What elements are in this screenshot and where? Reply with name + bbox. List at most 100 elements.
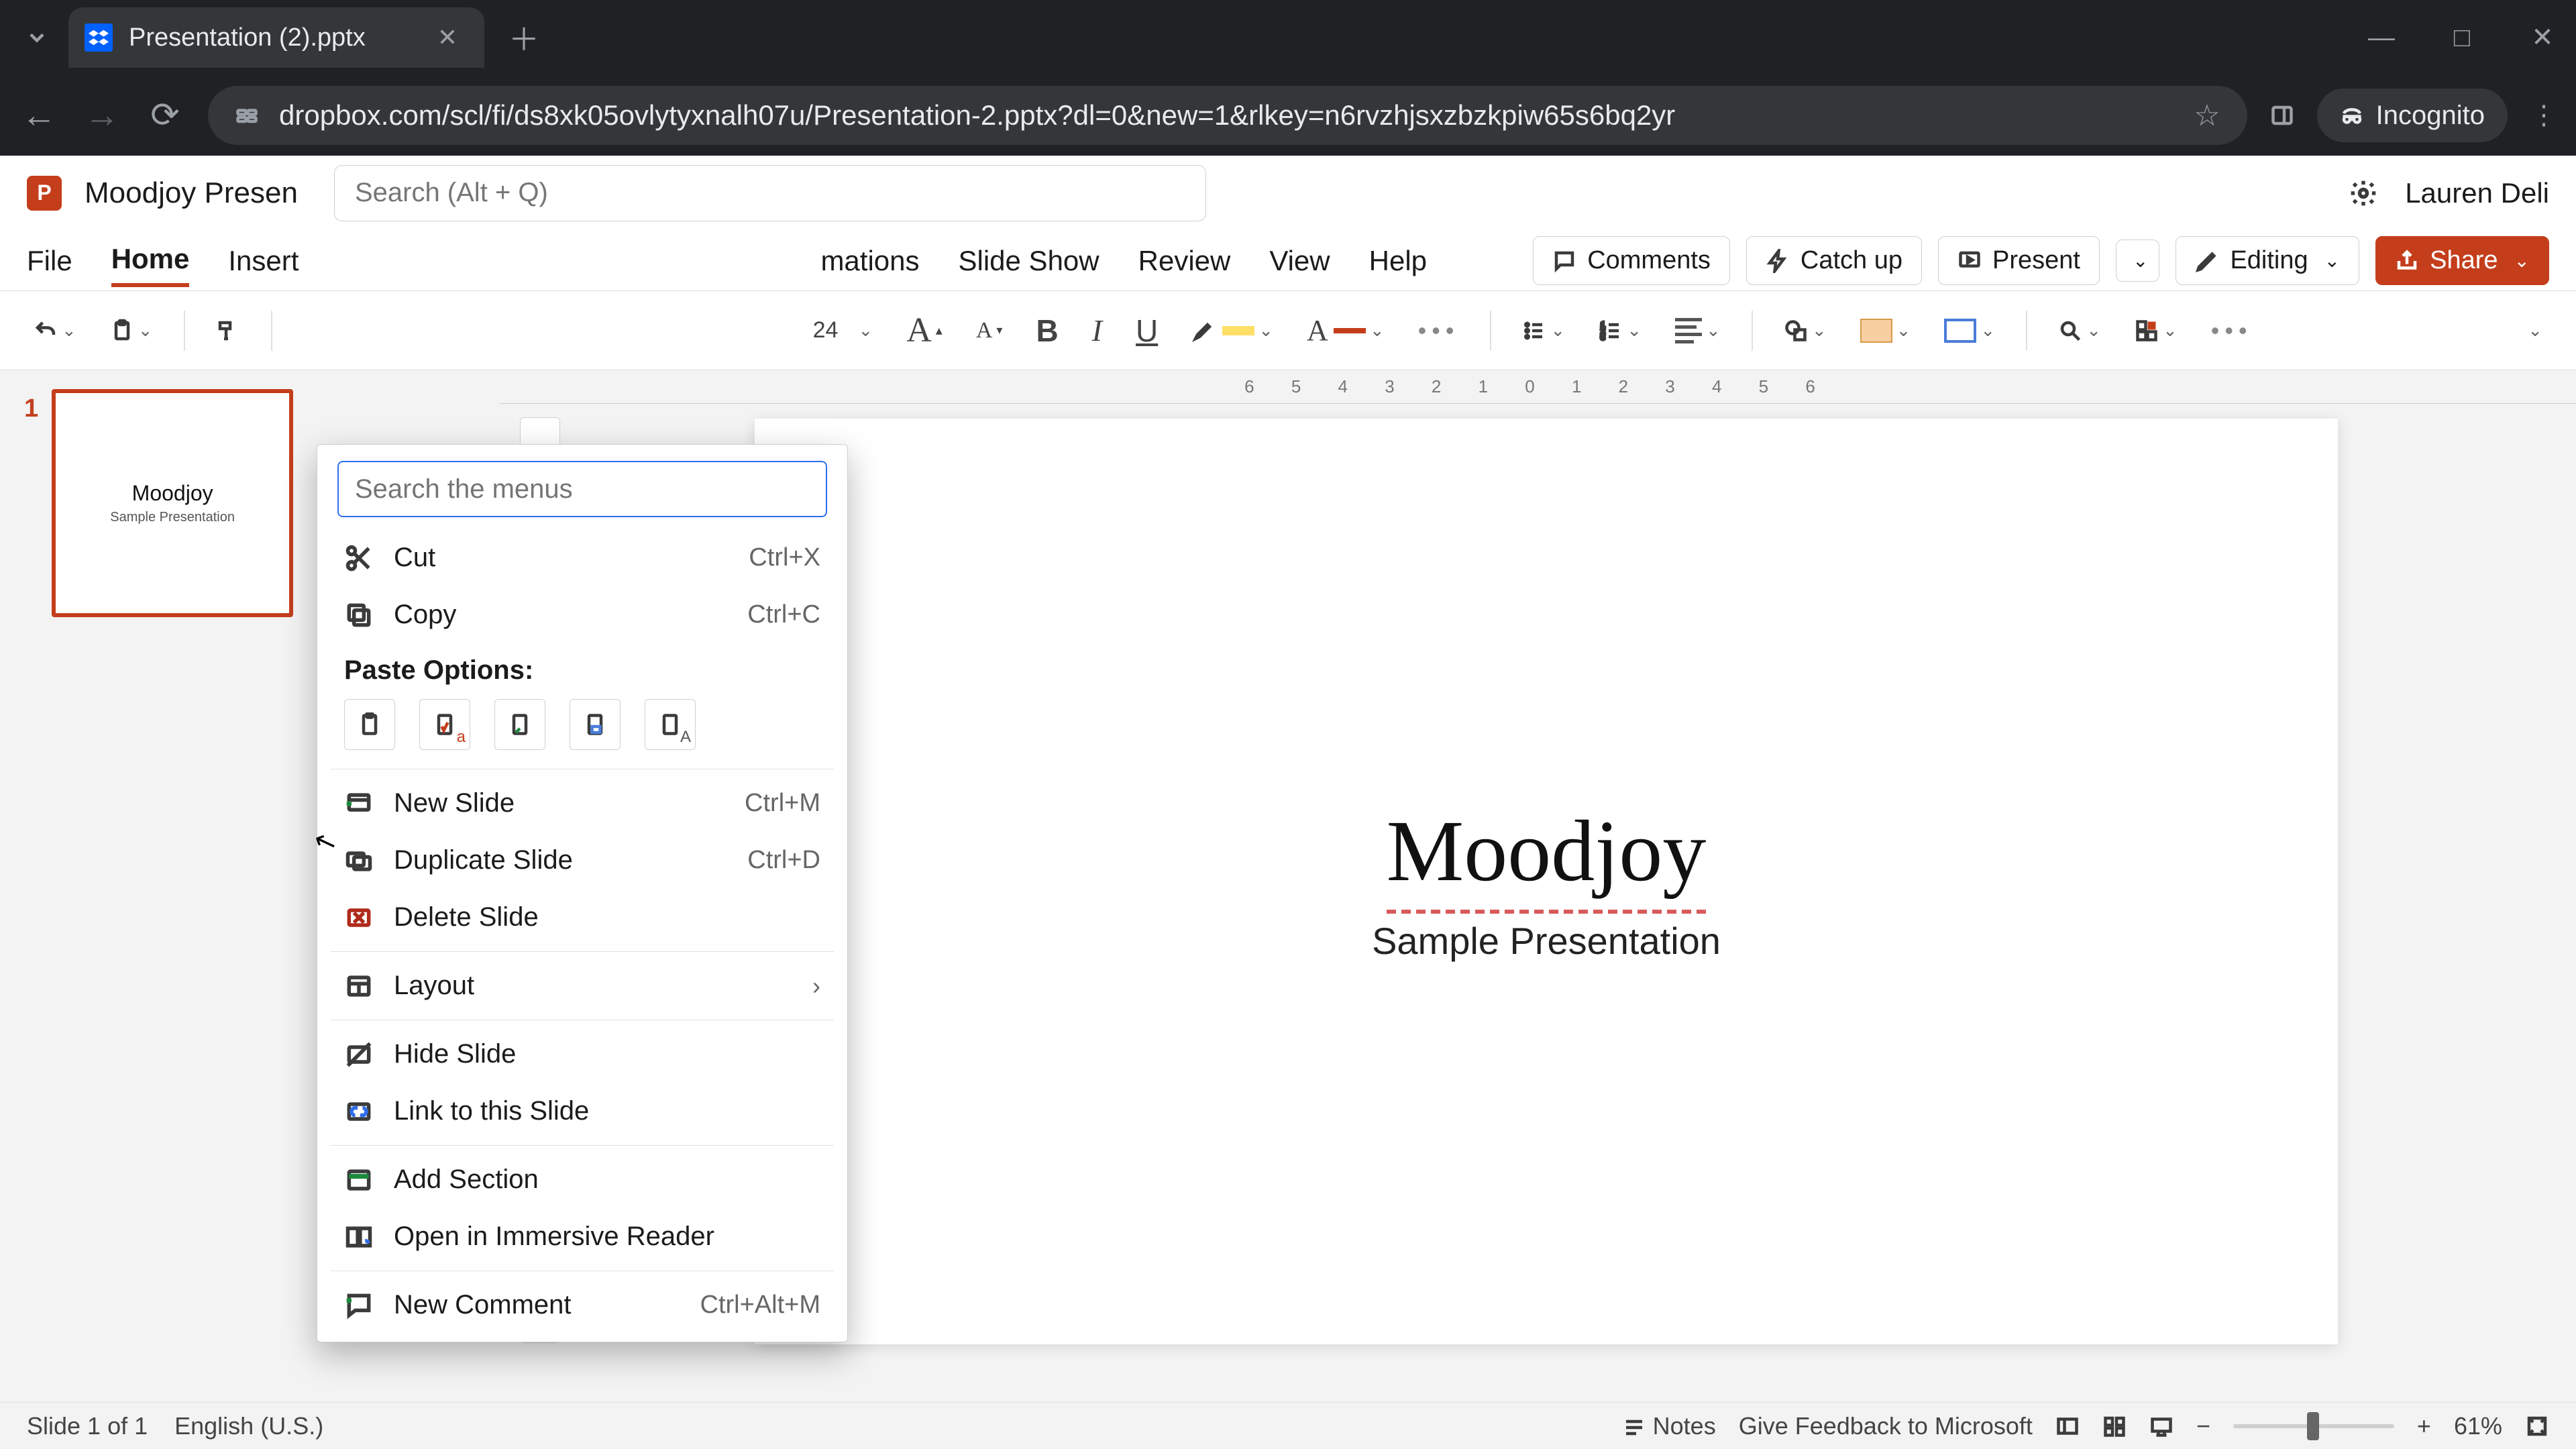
window-minimize-button[interactable]: ― [2361, 17, 2402, 58]
fit-to-window-button[interactable] [2525, 1414, 2549, 1438]
font-color-button[interactable]: A⌄ [1300, 308, 1391, 353]
tab-view[interactable]: View [1269, 237, 1330, 285]
designer-button[interactable]: ⌄ [2128, 313, 2184, 348]
paste-button[interactable]: ⌄ [103, 313, 160, 348]
browser-tab-active[interactable]: Presentation (2).pptx ✕ [68, 7, 484, 68]
notes-toggle[interactable]: Notes [1622, 1412, 1716, 1440]
share-label: Share [2430, 246, 2498, 275]
feedback-link[interactable]: Give Feedback to Microsoft [1739, 1412, 2033, 1440]
underline-button[interactable]: U [1129, 307, 1165, 354]
shape-fill-button[interactable]: ⌄ [1854, 313, 1918, 348]
present-button[interactable]: Present [1938, 236, 2100, 285]
nav-reload-button[interactable]: ⟳ [145, 95, 185, 136]
slide-canvas[interactable]: Moodjoy Sample Presentation [755, 419, 2338, 1344]
zoom-out-button[interactable]: − [2196, 1412, 2210, 1440]
catch-up-button[interactable]: Catch up [1746, 236, 1922, 285]
tab-review[interactable]: Review [1138, 237, 1231, 285]
italic-button[interactable]: I [1085, 307, 1109, 354]
ribbon-toolbar: ⌄ ⌄ 24⌄ A▴ A▾ B I U ⌄ A⌄ ••• ⌄ 123⌄ ⌄ ⌄ … [0, 291, 2576, 370]
thumbnail-preview[interactable]: Moodjoy Sample Presentation [52, 389, 293, 617]
paste-as-picture[interactable] [570, 699, 621, 750]
language-indicator[interactable]: English (U.S.) [174, 1412, 323, 1440]
settings-gear-icon[interactable] [2349, 178, 2378, 208]
highlight-color-button[interactable]: ⌄ [1185, 313, 1280, 348]
zoom-slider[interactable] [2233, 1424, 2394, 1428]
shape-outline-button[interactable]: ⌄ [1937, 313, 2002, 348]
svg-text:3: 3 [1601, 332, 1605, 341]
address-bar-row: ← → ⟳ dropbox.com/scl/fi/ds8xk05ovlytyxn… [0, 75, 2576, 156]
tab-insert[interactable]: Insert [228, 237, 299, 285]
document-title[interactable]: Moodjoy Presen [85, 176, 298, 210]
tab-slide-show[interactable]: Slide Show [959, 237, 1099, 285]
shapes-button[interactable]: ⌄ [1777, 313, 1833, 348]
numbering-button[interactable]: 123⌄ [1592, 313, 1648, 348]
format-painter-button[interactable] [209, 313, 247, 348]
paste-use-destination-theme[interactable] [344, 699, 395, 750]
menu-delete-slide[interactable]: Delete Slide [317, 889, 847, 946]
zoom-percentage[interactable]: 61% [2454, 1412, 2502, 1440]
decrease-font-button[interactable]: A▾ [969, 313, 1010, 349]
reading-view-button[interactable] [2149, 1414, 2174, 1438]
undo-button[interactable]: ⌄ [27, 313, 83, 348]
zoom-in-button[interactable]: + [2417, 1412, 2431, 1440]
font-size-box[interactable]: 24⌄ [806, 312, 880, 349]
increase-font-button[interactable]: A▴ [900, 305, 949, 356]
more-font-options[interactable]: ••• [1411, 311, 1466, 350]
slide-subtitle[interactable]: Sample Presentation [1372, 919, 1721, 963]
menu-immersive-reader[interactable]: Open in Immersive Reader [317, 1208, 847, 1265]
bullets-button[interactable]: ⌄ [1515, 313, 1572, 348]
browser-menu-button[interactable]: ⋮ [2530, 100, 2557, 131]
find-button[interactable]: ⌄ [2051, 313, 2108, 348]
site-settings-icon[interactable] [235, 103, 259, 127]
menu-new-comment[interactable]: New Comment Ctrl+Alt+M [317, 1277, 847, 1334]
comments-button[interactable]: Comments [1533, 236, 1730, 285]
nav-back-button[interactable]: ← [19, 95, 59, 136]
new-tab-button[interactable]: ＋ [500, 14, 547, 61]
tab-help[interactable]: Help [1369, 237, 1427, 285]
present-split-dropdown[interactable]: ⌄ [2116, 239, 2159, 282]
window-close-button[interactable]: ✕ [2522, 17, 2563, 58]
menu-search-box[interactable] [337, 461, 827, 517]
menu-copy[interactable]: Copy Ctrl+C [317, 586, 847, 643]
menu-link-to-slide[interactable]: Link to this Slide [317, 1083, 847, 1140]
slide-counter[interactable]: Slide 1 of 1 [27, 1412, 148, 1440]
incognito-chip[interactable]: Incognito [2317, 89, 2508, 142]
menu-new-slide[interactable]: New Slide Ctrl+M [317, 775, 847, 832]
zoom-slider-thumb[interactable] [2307, 1412, 2319, 1440]
search-placeholder: Search (Alt + Q) [355, 178, 548, 208]
tab-close-button[interactable]: ✕ [437, 23, 458, 52]
tab-search-dropdown[interactable] [13, 14, 60, 61]
normal-view-button[interactable] [2055, 1414, 2080, 1438]
paste-keep-text-only[interactable] [494, 699, 545, 750]
nav-forward-button[interactable]: → [82, 95, 122, 136]
menu-layout-label: Layout [394, 971, 792, 1001]
tab-file[interactable]: File [27, 237, 72, 285]
toolbar-overflow[interactable]: ••• [2204, 311, 2259, 350]
side-panel-icon[interactable] [2270, 103, 2294, 127]
tab-home[interactable]: Home [111, 235, 190, 287]
menu-search-input[interactable] [355, 474, 810, 504]
menu-hide-slide[interactable]: Hide Slide [317, 1026, 847, 1083]
menu-duplicate-slide[interactable]: Duplicate Slide Ctrl+D [317, 832, 847, 889]
tab-animations-partial[interactable]: mations [820, 237, 919, 285]
share-button[interactable]: Share ⌄ [2375, 236, 2549, 285]
tell-me-search[interactable]: Search (Alt + Q) [334, 165, 1206, 221]
browser-chrome: Presentation (2).pptx ✕ ＋ ― □ ✕ ← → ⟳ dr… [0, 0, 2576, 156]
paste-keep-source-formatting[interactable]: a [419, 699, 470, 750]
slide-title[interactable]: Moodjoy [1387, 801, 1707, 902]
user-name[interactable]: Lauren Deli [2405, 177, 2549, 209]
present-icon [1957, 249, 1982, 273]
editing-mode-button[interactable]: Editing ⌄ [2176, 236, 2359, 285]
bold-button[interactable]: B [1029, 307, 1065, 354]
bookmark-star-icon[interactable]: ☆ [2194, 99, 2220, 133]
menu-layout[interactable]: Layout › [317, 957, 847, 1014]
collapse-ribbon-button[interactable]: ⌄ [2521, 315, 2549, 346]
paste-text-only-a[interactable]: A [645, 699, 696, 750]
address-bar[interactable]: dropbox.com/scl/fi/ds8xk05ovlytyxnalh07u… [208, 86, 2247, 145]
duplicate-icon [344, 846, 374, 875]
window-maximize-button[interactable]: □ [2442, 17, 2482, 58]
menu-cut[interactable]: Cut Ctrl+X [317, 529, 847, 586]
align-button[interactable]: ⌄ [1668, 313, 1727, 349]
slide-sorter-view-button[interactable] [2102, 1414, 2127, 1438]
menu-add-section[interactable]: Add Section [317, 1151, 847, 1208]
